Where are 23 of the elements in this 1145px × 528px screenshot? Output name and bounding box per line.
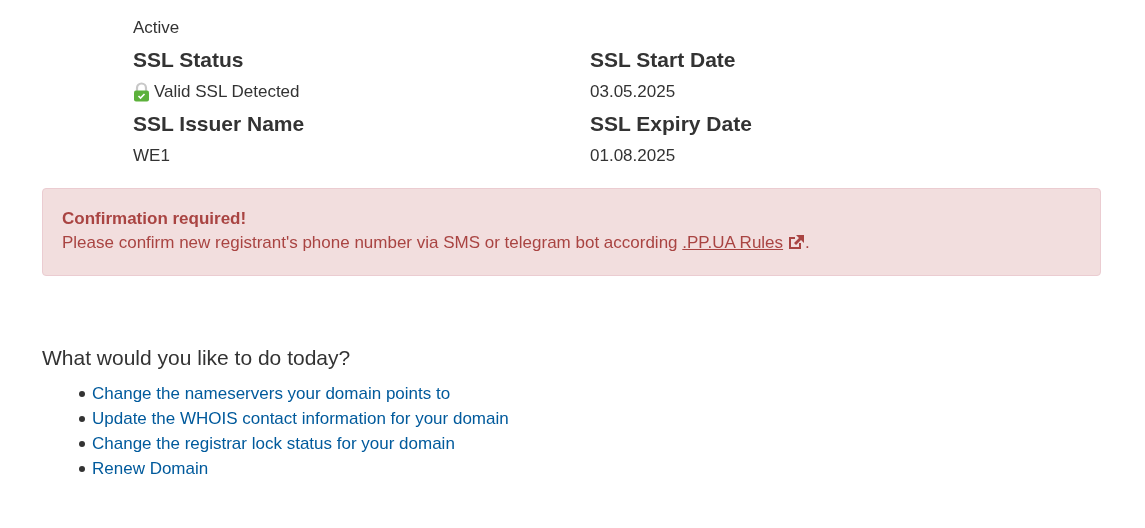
- domain-status: Active: [133, 17, 181, 39]
- bullet-icon: [79, 390, 85, 397]
- lock-icon: [133, 82, 150, 102]
- alert-title: Confirmation required!: [62, 208, 248, 230]
- field-label: SSL Expiry Date: [590, 111, 753, 137]
- action-link[interactable]: Update the WHOIS contact information for your domain: [92, 408, 509, 429]
- field-label: SSL Start Date: [590, 47, 737, 73]
- rules-link[interactable]: .PP.UA Rules: [682, 233, 806, 252]
- bullet-icon: [79, 415, 85, 422]
- action-link[interactable]: Change the nameservers your domain points to: [92, 383, 451, 404]
- bullet-icon: [79, 440, 85, 447]
- action-link[interactable]: Renew Domain: [92, 458, 209, 479]
- external-link-icon: [787, 234, 806, 250]
- field-value: 03.05.2025: [590, 81, 676, 103]
- field-value: 01.08.2025: [590, 145, 676, 167]
- field-label: SSL Status: [133, 47, 245, 73]
- bullet-icon: [79, 465, 85, 472]
- section-heading: What would you like to do today?: [42, 345, 352, 371]
- field-value: WE1: [133, 145, 170, 167]
- field-label: SSL Issuer Name: [133, 111, 306, 137]
- action-link[interactable]: Change the registrar lock status for your domain: [92, 433, 455, 454]
- alert-message: Please confirm new registrant's phone number via SMS or telegram bot according .PP.UA Rules .: [62, 232, 811, 254]
- field-value: Valid SSL Detected: [154, 81, 300, 103]
